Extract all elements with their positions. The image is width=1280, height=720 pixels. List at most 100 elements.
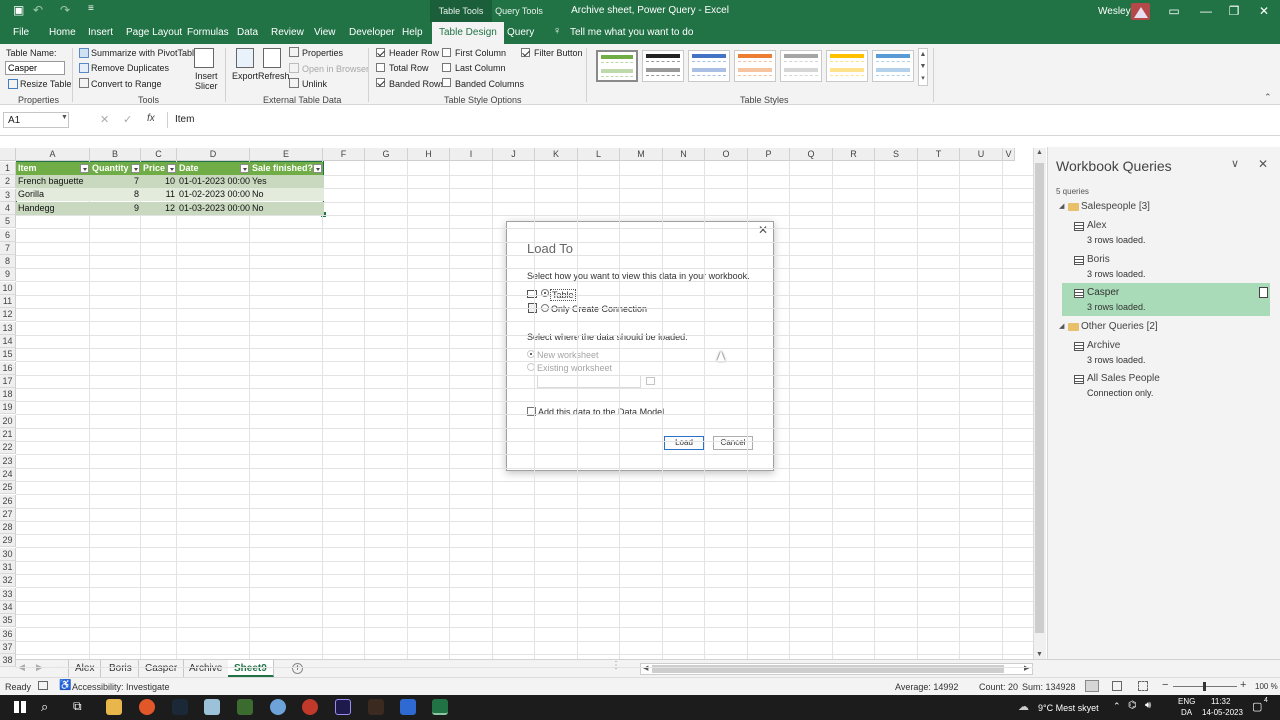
row-header[interactable]: 4 [0, 201, 16, 215]
properties-button[interactable]: Properties [302, 48, 343, 58]
row-header[interactable]: 35 [0, 614, 16, 628]
task-view-icon[interactable]: ⧉ [73, 699, 82, 714]
tab-data[interactable]: Data [233, 22, 262, 44]
row-header[interactable]: 26 [0, 494, 16, 508]
column-header[interactable]: J [493, 148, 535, 161]
filter-dropdown-icon[interactable] [167, 164, 176, 173]
cancel-entry-icon[interactable]: ✕ [100, 113, 109, 126]
first-column-checkbox[interactable] [442, 48, 451, 57]
column-header[interactable]: Q [790, 148, 833, 161]
query-name[interactable]: Archive [1087, 340, 1120, 351]
clock-time[interactable]: 11:32 [1211, 697, 1230, 706]
row-header[interactable]: 34 [0, 600, 16, 614]
row-header[interactable]: 21 [0, 428, 16, 441]
tab-split-icon[interactable]: ⋮ [611, 660, 621, 671]
sheet-tab-casper[interactable]: Casper [139, 660, 185, 677]
resize-table-button[interactable]: Resize Table [20, 79, 71, 89]
column-header[interactable]: K [535, 148, 578, 161]
table-header-cell[interactable]: Quantity [90, 162, 141, 175]
row-header[interactable]: 30 [0, 547, 16, 561]
total-row-checkbox[interactable] [376, 63, 385, 72]
start-icon[interactable] [14, 701, 26, 713]
vertical-scroll-thumb[interactable] [1035, 163, 1044, 633]
status-count[interactable]: Count: 20 [979, 682, 1018, 692]
query-peek-icon[interactable] [1259, 287, 1268, 298]
confirm-entry-icon[interactable]: ✓ [123, 113, 132, 126]
row-header[interactable]: 20 [0, 414, 16, 428]
remove-duplicates-button[interactable]: Remove Duplicates [91, 63, 169, 73]
table-style-option[interactable] [826, 50, 868, 82]
name-box[interactable]: A1 [3, 112, 69, 128]
table-style-option[interactable] [872, 50, 914, 82]
language-1[interactable]: ENG [1178, 697, 1195, 706]
banded-columns-checkbox[interactable] [442, 78, 451, 87]
save-icon[interactable]: ▣ [13, 3, 24, 17]
dialog-close-icon[interactable]: ✕ [758, 223, 768, 237]
restore-icon[interactable]: ❐ [1222, 3, 1246, 19]
column-header[interactable]: A [16, 148, 90, 161]
accessibility-icon[interactable]: ♿ [59, 680, 71, 691]
table-cell[interactable]: No [250, 202, 323, 215]
volume-icon[interactable]: 🔊︎ [1145, 700, 1151, 711]
row-header[interactable]: 12 [0, 308, 16, 322]
query-name[interactable]: Boris [1087, 254, 1110, 265]
clock-date[interactable]: 14-05-2023 [1202, 708, 1243, 717]
row-header[interactable]: 17 [0, 374, 16, 388]
tab-view[interactable]: View [310, 22, 340, 44]
recorder-icon[interactable] [302, 699, 318, 715]
sheet-tab-alex[interactable]: Alex [68, 660, 102, 677]
row-header[interactable]: 25 [0, 481, 16, 495]
weather-text[interactable]: 9°C Mest skyet [1038, 703, 1099, 713]
row-header[interactable]: 28 [0, 521, 16, 535]
row-header[interactable]: 24 [0, 467, 16, 481]
insert-slicer-icon[interactable] [194, 48, 214, 68]
weather-icon[interactable]: ☁ [1018, 700, 1029, 713]
header-row-checkbox[interactable] [376, 48, 385, 57]
sheet-tab-archive[interactable]: Archive [183, 660, 230, 677]
insert-function-icon[interactable]: fx [147, 113, 155, 124]
row-header[interactable]: 11 [0, 295, 16, 308]
column-header[interactable]: T [918, 148, 960, 161]
tab-formulas[interactable]: Formulas [183, 22, 233, 44]
sheet-more-icon[interactable]: … [54, 660, 64, 671]
row-header[interactable]: 19 [0, 401, 16, 415]
collapse-ribbon-icon[interactable]: ⌃ [1264, 92, 1272, 103]
table-cell[interactable]: 11 [141, 188, 177, 201]
network-icon[interactable]: ⌬ [1128, 700, 1137, 711]
table-name-input[interactable] [5, 61, 65, 75]
tab-insert[interactable]: Insert [84, 22, 117, 44]
row-header[interactable]: 2 [0, 175, 16, 189]
normal-view-icon[interactable] [1085, 680, 1099, 692]
table-style-option[interactable] [688, 50, 730, 82]
app-icon[interactable] [368, 699, 384, 715]
row-header[interactable]: 29 [0, 534, 16, 548]
table-cell[interactable]: 8 [90, 188, 141, 201]
row-header[interactable]: 13 [0, 321, 16, 335]
column-header[interactable]: N [663, 148, 705, 161]
table-cell[interactable]: 01-03-2023 00:00 [177, 202, 250, 215]
table-cell[interactable]: Yes [250, 175, 323, 188]
select-all-corner[interactable] [0, 148, 16, 161]
insert-slicer-label-2[interactable]: Slicer [195, 81, 218, 91]
table-cell[interactable]: 9 [90, 202, 141, 215]
styles-scroll-icon[interactable]: ▲ ▼ ▾ [918, 48, 928, 86]
zoom-level[interactable]: 100 % [1255, 682, 1278, 691]
sheet-tab-boris[interactable]: Boris [103, 660, 139, 677]
column-header[interactable]: D [177, 148, 250, 161]
column-header[interactable]: U [960, 148, 1003, 161]
tab-file[interactable]: File [9, 22, 33, 44]
column-header[interactable]: B [90, 148, 141, 161]
macro-record-icon[interactable] [38, 681, 48, 690]
group-collapse-icon[interactable]: ◢ [1059, 202, 1064, 210]
formula-input[interactable]: Item [167, 112, 1275, 128]
table-header-cell[interactable]: Date [177, 162, 250, 175]
table-cell[interactable]: 7 [90, 175, 141, 188]
table-header-cell[interactable]: Item [16, 162, 90, 175]
table-style-option[interactable] [596, 50, 638, 82]
convert-to-range-button[interactable]: Convert to Range [91, 79, 162, 89]
close-window-icon[interactable]: ✕ [1252, 3, 1276, 19]
table-style-option[interactable] [734, 50, 776, 82]
query-group-name[interactable]: Salespeople [3] [1081, 201, 1150, 212]
tab-query[interactable]: Query [503, 22, 538, 44]
language-2[interactable]: DA [1181, 708, 1192, 717]
